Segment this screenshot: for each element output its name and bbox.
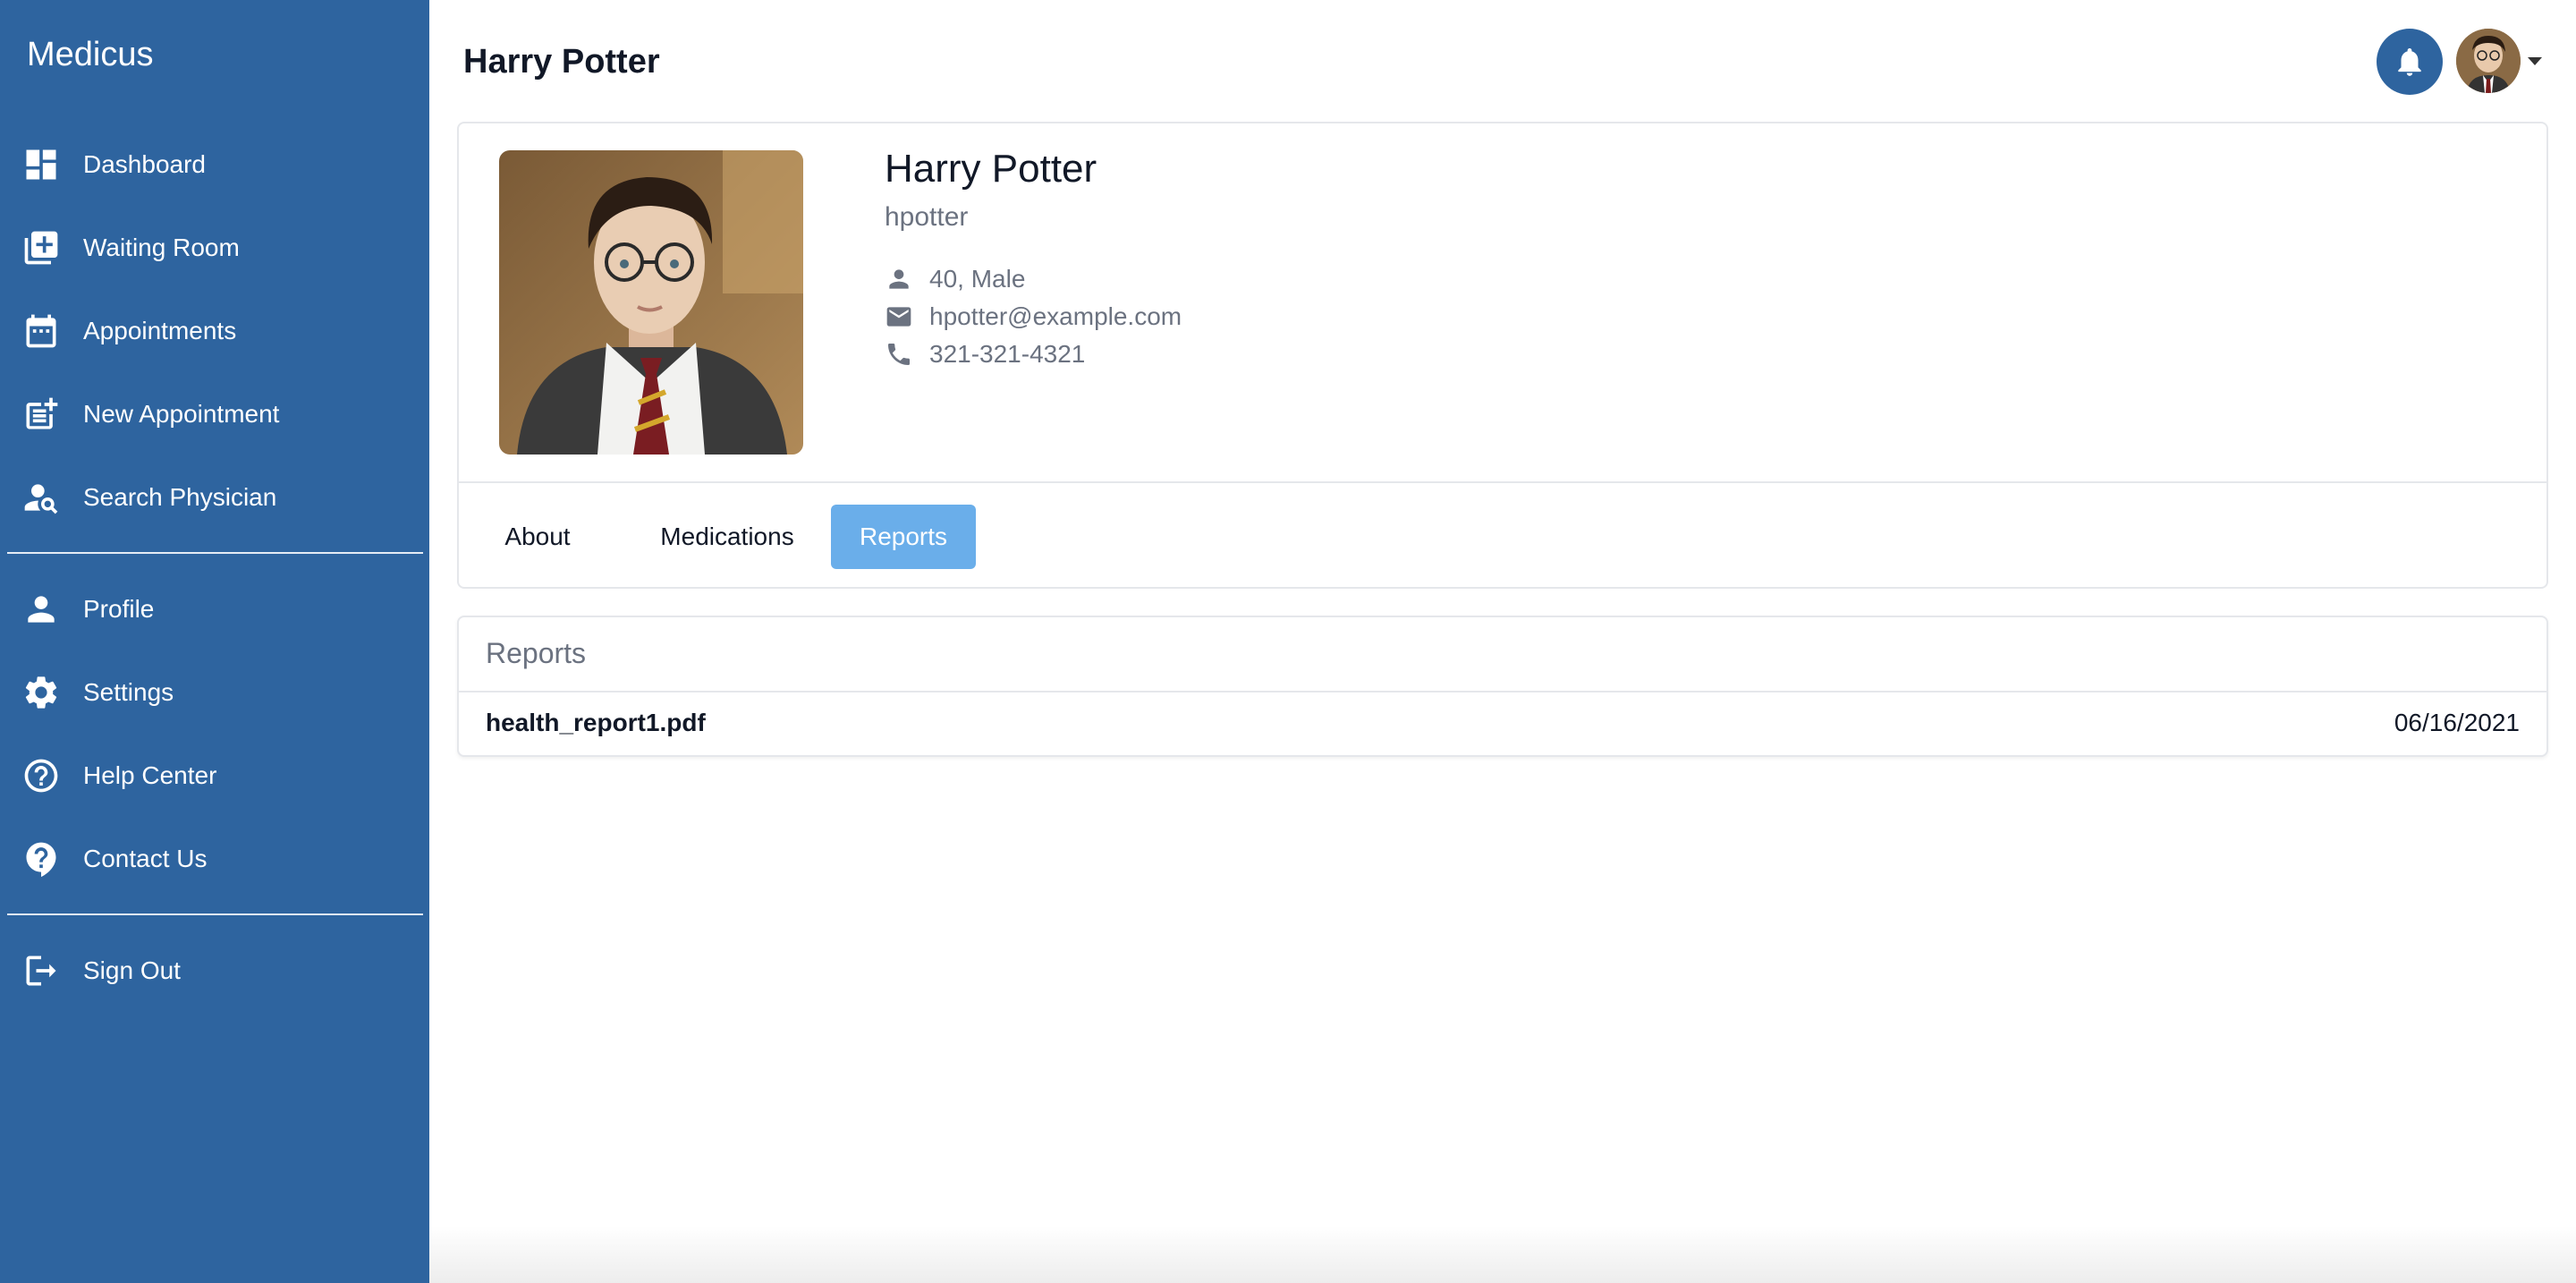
gear-icon [21,673,61,712]
reports-card: Reports health_report1.pdf 06/16/2021 [457,616,2548,757]
bottom-shadow [429,1226,2576,1283]
tab-about[interactable]: About [486,505,589,569]
sidebar-item-label: Appointments [83,317,237,344]
sidebar-item-label: New Appointment [83,400,280,428]
sidebar-item-label: Waiting Room [83,234,240,261]
sidebar-item-label: Profile [83,595,155,623]
sidebar-item-profile[interactable]: Profile [0,574,429,645]
notifications-button[interactable] [2377,29,2443,95]
sidebar-item-search-physician[interactable]: Search Physician [0,462,429,533]
info-age-gender: 40, Male [885,261,1025,297]
person-icon [889,269,909,289]
sidebar-item-waiting-room[interactable]: Waiting Room [0,212,429,284]
sidebar-item-label: Contact Us [83,845,208,872]
page-title: Harry Potter [463,43,660,81]
mail-icon [886,307,911,327]
bell-icon [2398,47,2421,76]
email-text[interactable]: hpotter@example.com [929,302,1182,331]
reports-title: Reports [486,637,587,669]
user-avatar[interactable] [2456,29,2521,93]
add-box-icon [21,228,61,268]
profile-username: hpotter [885,202,969,232]
profile-card: Harry Potter hpotter 40, Male hpotter@ex… [457,122,2548,589]
info-phone: 321-321-4321 [885,336,1085,372]
sidebar-item-sign-out[interactable]: Sign Out [0,935,429,1007]
sidebar-item-appointments[interactable]: Appointments [0,295,429,367]
post-add-icon [21,395,61,434]
sidebar-item-label: Dashboard [83,150,206,178]
sidebar-item-label: Sign Out [83,956,181,984]
card-divider [459,481,2546,483]
calendar-icon [21,311,61,351]
sidebar-item-new-appointment[interactable]: New Appointment [0,378,429,450]
tab-medications[interactable]: Medications [623,505,831,569]
phone-icon [888,344,910,365]
sidebar-item-label: Help Center [83,761,217,789]
profile-name: Harry Potter [885,147,1097,191]
sidebar-item-dashboard[interactable]: Dashboard [0,129,429,200]
sidebar-item-label: Settings [83,678,174,706]
report-file-name[interactable]: health_report1.pdf [486,709,706,737]
person-search-icon [21,478,61,517]
dashboard-icon [21,145,61,184]
sidebar-item-label: Search Physician [83,483,277,511]
report-row[interactable]: health_report1.pdf 06/16/2021 [459,692,2546,757]
person-icon [21,590,61,629]
profile-photo [499,150,803,455]
sidebar-item-settings[interactable]: Settings [0,657,429,728]
sidebar-divider [7,552,423,554]
app-brand[interactable]: Medicus [27,36,154,74]
contact-help-icon [21,839,61,879]
tab-reports[interactable]: Reports [831,505,976,569]
help-circle-icon [21,756,61,795]
info-email: hpotter@example.com [885,299,1182,335]
report-date: 06/16/2021 [2394,709,2520,736]
age-gender-text: 40, Male [929,265,1026,293]
sidebar-item-contact-us[interactable]: Contact Us [0,823,429,895]
sidebar-divider [7,913,423,915]
sidebar-item-help-center[interactable]: Help Center [0,740,429,811]
phone-text[interactable]: 321-321-4321 [929,340,1085,369]
sidebar: Medicus Dashboard Waiting Room Appointme… [0,0,429,1283]
sign-out-icon [21,951,61,990]
chevron-down-icon[interactable] [2528,57,2542,65]
